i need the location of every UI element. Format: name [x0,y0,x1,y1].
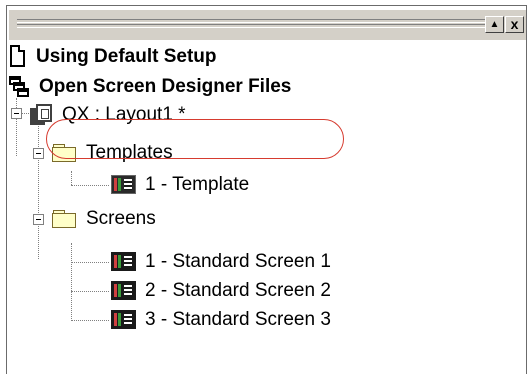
screen-icon [111,310,137,330]
tree-item-label: Open Screen Designer Files [39,76,292,97]
tree-line [71,262,109,263]
collapse-toggle-screens[interactable] [33,214,44,225]
tree-item-label: 2 - Standard Screen 2 [145,280,331,301]
tree-item-templates[interactable]: Templates [52,139,173,167]
tree-line [16,98,17,156]
tree-item-screens[interactable]: Screens [52,205,156,233]
tree-line [71,185,109,186]
tree-item-label: 1 - Standard Screen 1 [145,251,331,272]
collapse-toggle-layout[interactable] [11,108,22,119]
scroll-up-button[interactable]: ▲ [485,16,504,33]
titlebar-gripper[interactable] [17,19,495,23]
layout-icon [30,104,54,126]
panel-titlebar[interactable]: ▲ x [9,10,526,40]
tree-line [71,171,72,185]
screen-icon [111,281,137,301]
tree-item-label: 3 - Standard Screen 3 [145,309,331,330]
tree-item-label: Templates [86,142,173,163]
tree-item-layout[interactable]: QX : Layout1 * [30,101,186,129]
tree-item-label: Screens [86,208,156,229]
folder-icon [52,209,78,229]
collapse-toggle-templates[interactable] [33,148,44,159]
tree-line [71,243,72,319]
screen-designer-panel: ▲ x Using Default Setup Open Screen Desi… [6,5,527,375]
tree-item-template-1[interactable]: 1 - Template [111,171,249,199]
tree-item-label: QX : Layout1 * [62,104,186,125]
tree-item-screen-1[interactable]: 1 - Standard Screen 1 [111,248,331,276]
tree-item-open-files[interactable]: Open Screen Designer Files [9,73,291,101]
template-icon [111,175,137,195]
tree-view[interactable]: Using Default Setup Open Screen Designer… [7,43,526,375]
folder-icon [52,143,78,163]
tree-item-screen-2[interactable]: 2 - Standard Screen 2 [111,277,331,305]
tree-line [71,320,109,321]
tree-item-label: 1 - Template [145,174,250,195]
tree-line [71,291,109,292]
document-icon [9,45,28,69]
tree-line [38,122,39,259]
titlebar-gripper-line [17,24,495,28]
tree-item-label: Using Default Setup [36,46,217,67]
close-button[interactable]: x [505,16,524,33]
screen-icon [111,252,137,272]
windows-icon [9,76,31,98]
tree-item-default-setup[interactable]: Using Default Setup [9,43,217,71]
tree-item-screen-3[interactable]: 3 - Standard Screen 3 [111,306,331,334]
